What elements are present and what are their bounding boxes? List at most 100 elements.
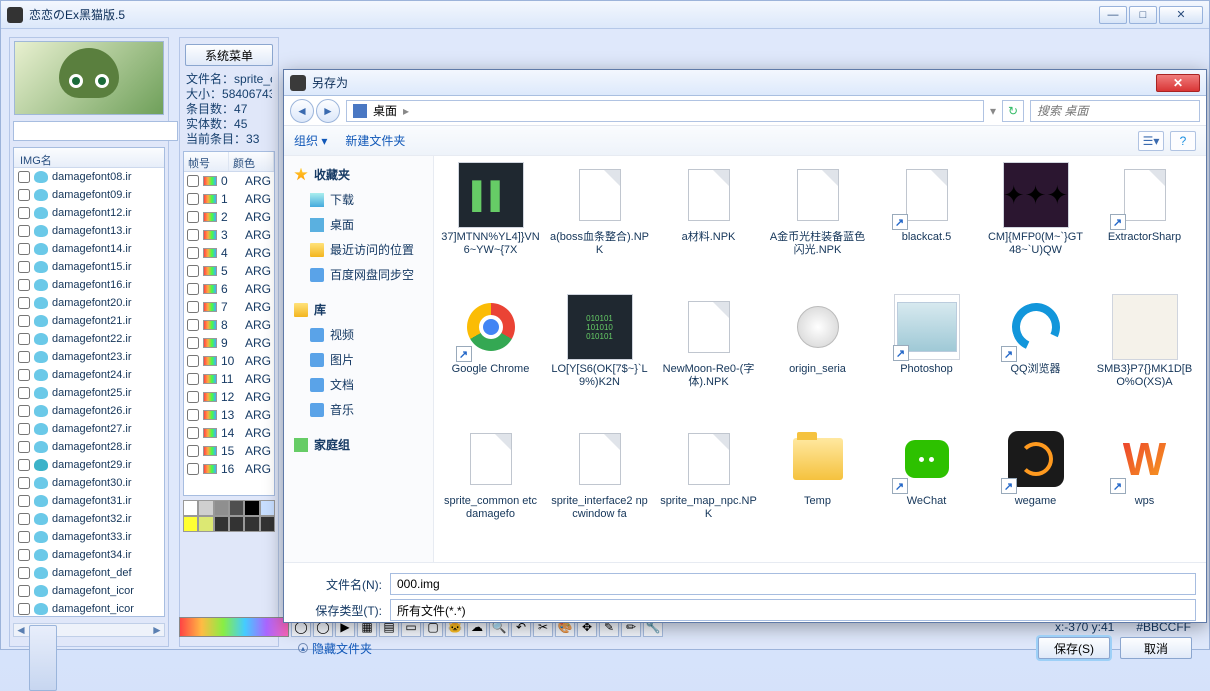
file-item[interactable]: ↗blackcat.5 <box>872 160 981 292</box>
img-row[interactable]: damagefont15.ir <box>14 258 164 276</box>
palette-swatch[interactable] <box>260 500 275 516</box>
breadcrumb-desktop[interactable]: 桌面 <box>373 102 397 119</box>
frame-checkbox[interactable] <box>187 337 199 349</box>
img-row[interactable]: damagefont_icor <box>14 582 164 600</box>
frame-checkbox[interactable] <box>187 175 199 187</box>
sidebar-homegroup[interactable]: 家庭组 <box>288 432 429 457</box>
close-button[interactable]: ✕ <box>1159 6 1203 24</box>
file-item[interactable]: ▌▌37]MTNN%YL4]}VN6~YW~{7X <box>436 160 545 292</box>
file-item[interactable]: sprite_interface2 npcwindow fa <box>545 424 654 556</box>
file-item[interactable]: SMB3}P7{}MK1D[BO%O(XS)A <box>1090 292 1199 424</box>
file-item[interactable]: ↗wegame <box>981 424 1090 556</box>
img-checkbox[interactable] <box>18 387 30 399</box>
file-item[interactable]: a(boss血条整合).NPK <box>545 160 654 292</box>
img-row[interactable]: damagefont14.ir <box>14 240 164 258</box>
sidebar-recent[interactable]: 最近访问的位置 <box>288 237 429 262</box>
img-checkbox[interactable] <box>18 225 30 237</box>
img-checkbox[interactable] <box>18 513 30 525</box>
refresh-button[interactable]: ↻ <box>1002 100 1024 122</box>
file-item[interactable]: NewMoon-Re0-(字体).NPK <box>654 292 763 424</box>
img-checkbox[interactable] <box>18 171 30 183</box>
hide-folders-link[interactable]: ▴隐藏文件夹 <box>298 640 372 657</box>
main-titlebar[interactable]: 恋恋のEx黑猫版.5 — □ ✕ <box>1 1 1209 29</box>
img-checkbox[interactable] <box>18 603 30 615</box>
frame-row[interactable]: 9ARG <box>184 334 274 352</box>
img-row[interactable]: damagefont26.ir <box>14 402 164 420</box>
system-menu-button[interactable]: 系统菜单 <box>185 44 273 66</box>
img-checkbox[interactable] <box>18 567 30 579</box>
file-item[interactable]: origin_seria <box>763 292 872 424</box>
sidebar-documents[interactable]: 文档 <box>288 372 429 397</box>
img-row[interactable]: damagefont09.ir <box>14 186 164 204</box>
frame-col-color[interactable]: 颜色 <box>229 152 274 171</box>
img-checkbox[interactable] <box>18 279 30 291</box>
frame-checkbox[interactable] <box>187 445 199 457</box>
frame-row[interactable]: 12ARG <box>184 388 274 406</box>
frame-row[interactable]: 15ARG <box>184 442 274 460</box>
breadcrumb[interactable]: 桌面 ▸ <box>346 100 984 122</box>
sidebar-favorites[interactable]: 收藏夹 <box>288 162 429 187</box>
back-button[interactable]: ◄ <box>290 99 314 123</box>
img-row[interactable]: damagefont21.ir <box>14 312 164 330</box>
frame-checkbox[interactable] <box>187 319 199 331</box>
frame-checkbox[interactable] <box>187 373 199 385</box>
palette-swatch[interactable] <box>198 500 213 516</box>
frame-row[interactable]: 11ARG <box>184 370 274 388</box>
frame-row[interactable]: 13ARG <box>184 406 274 424</box>
dialog-search-input[interactable] <box>1030 100 1200 122</box>
sidebar-pictures[interactable]: 图片 <box>288 347 429 372</box>
img-row[interactable]: damagefont28.ir <box>14 438 164 456</box>
sidebar-desktop[interactable]: 桌面 <box>288 212 429 237</box>
frame-checkbox[interactable] <box>187 301 199 313</box>
help-button[interactable]: ? <box>1170 131 1196 151</box>
img-checkbox[interactable] <box>18 459 30 471</box>
frame-checkbox[interactable] <box>187 355 199 367</box>
sidebar-download[interactable]: 下载 <box>288 187 429 212</box>
palette-swatch[interactable] <box>183 516 198 532</box>
img-checkbox[interactable] <box>18 351 30 363</box>
frame-col-number[interactable]: 帧号 <box>184 152 229 171</box>
img-checkbox[interactable] <box>18 243 30 255</box>
file-item[interactable]: ↗WeChat <box>872 424 981 556</box>
img-row[interactable]: damagefont31.ir <box>14 492 164 510</box>
img-row[interactable]: damagefont23.ir <box>14 348 164 366</box>
img-row[interactable]: damagefont27.ir <box>14 420 164 438</box>
file-item[interactable]: ↗QQ浏览器 <box>981 292 1090 424</box>
palette-swatch[interactable] <box>183 500 198 516</box>
img-row[interactable]: damagefont08.ir <box>14 168 164 186</box>
palette-swatch[interactable] <box>214 500 229 516</box>
img-checkbox[interactable] <box>18 189 30 201</box>
file-item[interactable]: ✦✦✦CM]{MFP0(M~`}GT48~`U)QW <box>981 160 1090 292</box>
img-list[interactable]: IMG名 damagefont08.irdamagefont09.irdamag… <box>13 147 165 617</box>
img-checkbox[interactable] <box>18 369 30 381</box>
frame-row[interactable]: 1ARG <box>184 190 274 208</box>
sidebar-libraries[interactable]: 库 <box>288 297 429 322</box>
frame-checkbox[interactable] <box>187 391 199 403</box>
frame-row[interactable]: 16ARG <box>184 460 274 478</box>
organize-menu[interactable]: 组织 ▾ <box>294 132 327 149</box>
img-checkbox[interactable] <box>18 531 30 543</box>
filename-input[interactable] <box>390 573 1196 595</box>
img-row[interactable]: damagefont33.ir <box>14 528 164 546</box>
frame-row[interactable]: 8ARG <box>184 316 274 334</box>
search-input[interactable] <box>13 121 178 141</box>
file-item[interactable]: ↗ExtractorSharp <box>1090 160 1199 292</box>
img-row[interactable]: damagefont20.ir <box>14 294 164 312</box>
file-item[interactable]: ↗Google Chrome <box>436 292 545 424</box>
frame-list[interactable]: 帧号 颜色 0ARG1ARG2ARG3ARG4ARG5ARG6ARG7ARG8A… <box>183 151 275 496</box>
img-checkbox[interactable] <box>18 207 30 219</box>
img-checkbox[interactable] <box>18 405 30 417</box>
frame-checkbox[interactable] <box>187 283 199 295</box>
img-checkbox[interactable] <box>18 441 30 453</box>
save-button[interactable]: 保存(S) <box>1038 637 1110 659</box>
img-row[interactable]: damagefont12.ir <box>14 204 164 222</box>
frame-checkbox[interactable] <box>187 265 199 277</box>
frame-row[interactable]: 7ARG <box>184 298 274 316</box>
frame-checkbox[interactable] <box>187 427 199 439</box>
filetype-select[interactable] <box>390 599 1196 621</box>
img-checkbox[interactable] <box>18 549 30 561</box>
frame-row[interactable]: 6ARG <box>184 280 274 298</box>
img-checkbox[interactable] <box>18 297 30 309</box>
palette-swatch[interactable] <box>260 516 275 532</box>
img-row[interactable]: damagefont_def <box>14 564 164 582</box>
